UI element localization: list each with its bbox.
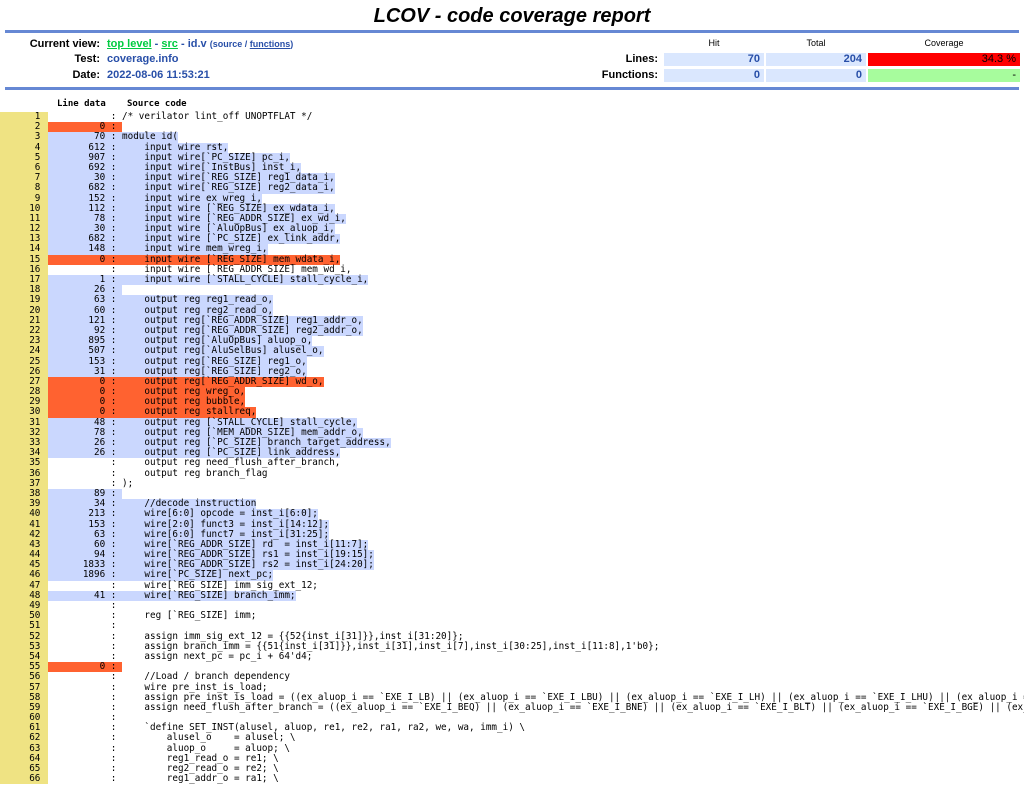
functions-label: Functions: <box>601 69 658 81</box>
crumb-sep: - <box>151 38 162 50</box>
source-text: reg1_addr_o = ra1; \ <box>122 773 279 785</box>
line-number[interactable]: 56 <box>0 672 48 683</box>
source-line: 24 507 : output reg[`AluSelBus] alusel_o… <box>0 345 1024 357</box>
functions-total: 0 <box>766 69 866 82</box>
hit-count: : <box>105 671 122 683</box>
line-data-header: Line data <box>57 99 106 109</box>
crumb-top-level[interactable]: top level <box>107 38 152 50</box>
current-view-label: Current view: <box>29 38 100 50</box>
lines-label: Lines: <box>625 53 658 65</box>
crumb-src[interactable]: src <box>161 38 178 50</box>
date-label: Date: <box>72 69 100 81</box>
test-label: Test: <box>74 53 100 65</box>
date-value: 2022-08-06 11:53:21 <box>107 69 210 81</box>
source-line: 37 : ); <box>0 477 1024 489</box>
source-text: input wire [`STALL_CYCLE] stall_cycle_i, <box>122 274 369 286</box>
hit-count: 213 : <box>48 509 122 520</box>
source-text: //Load / branch dependency <box>122 671 290 683</box>
functions-coverage: - <box>868 69 1020 82</box>
source-text: output reg branch_flag <box>122 467 268 479</box>
page-title: LCOV - code coverage report <box>373 5 651 27</box>
hit-count: 682 : <box>48 183 122 194</box>
source-text: reg [`REG_SIZE] imm; <box>122 610 257 622</box>
source-line: 66 : reg1_addr_o = ra1; \ <box>0 773 1024 785</box>
source-text: wire[6:0] opcode = inst_i[6:0]; <box>122 508 318 520</box>
functions-hit: 0 <box>664 69 764 82</box>
col-hit-header: Hit <box>708 38 720 48</box>
source-line: 59 : assign need_flush_after_branch = ((… <box>0 701 1024 714</box>
line-number[interactable]: 40 <box>0 509 48 520</box>
source-table-header: Line data Source code <box>0 90 1024 112</box>
col-total-header: Total <box>806 38 826 48</box>
source-text: /* verilator lint_off UNOPTFLAT */ <box>122 111 313 122</box>
hit-count: 507 : <box>48 346 122 357</box>
crumb-file: id.v <box>187 38 207 50</box>
source-text: wire[`REG_SIZE] branch_imm; <box>122 589 296 601</box>
source-line: 40 213 : wire[6:0] opcode = inst_i[6:0]; <box>0 508 1024 520</box>
col-coverage-header: Coverage <box>924 38 964 48</box>
source-line: 1 : /* verilator lint_off UNOPTFLAT */ <box>0 111 1024 123</box>
source-text: assign next_pc = pc_i + 64'd4; <box>122 650 313 662</box>
source-line: 48 41 : wire[`REG_SIZE] branch_imm; <box>0 589 1024 601</box>
view-switch: (source / functions) <box>209 39 294 49</box>
line-number[interactable]: 24 <box>0 346 48 357</box>
lines-coverage: 34.3 % <box>868 53 1020 66</box>
report-header: Current view: top level - src - id.v (so… <box>0 33 1024 87</box>
line-number[interactable]: 8 <box>0 183 48 194</box>
source-text: ); <box>122 477 134 489</box>
source-text: output reg[`AluSelBus] alusel_o, <box>122 345 324 357</box>
test-value: coverage.info <box>107 53 179 65</box>
line-number[interactable]: 66 <box>0 773 48 785</box>
source-line: 17 1 : input wire [`STALL_CYCLE] stall_c… <box>0 274 1024 286</box>
lines-hit: 70 <box>664 53 764 66</box>
source-text: input wire[`REG_SIZE] reg2_data_i, <box>122 182 335 194</box>
source-text: assign need_flush_after_branch = ((ex_al… <box>122 701 1024 713</box>
source-line: 56 : //Load / branch dependency <box>0 671 1024 683</box>
breadcrumb: top level - src - id.v (source / functio… <box>107 38 293 50</box>
crumb-sep: - <box>177 38 188 50</box>
source-line: 36 : output reg branch_flag <box>0 467 1024 479</box>
source-listing: 1 : /* verilator lint_off UNOPTFLAT */2 … <box>0 111 1024 785</box>
source-line: 50 : reg [`REG_SIZE] imm; <box>0 610 1024 622</box>
functions-link[interactable]: functions <box>250 39 291 49</box>
source-line: 54 : assign next_pc = pc_i + 64'd4; <box>0 650 1024 663</box>
lines-total: 204 <box>766 53 866 66</box>
source-line: 8 682 : input wire[`REG_SIZE] reg2_data_… <box>0 182 1024 194</box>
source-code-header: Source code <box>127 99 187 109</box>
hit-count: : <box>105 773 122 785</box>
